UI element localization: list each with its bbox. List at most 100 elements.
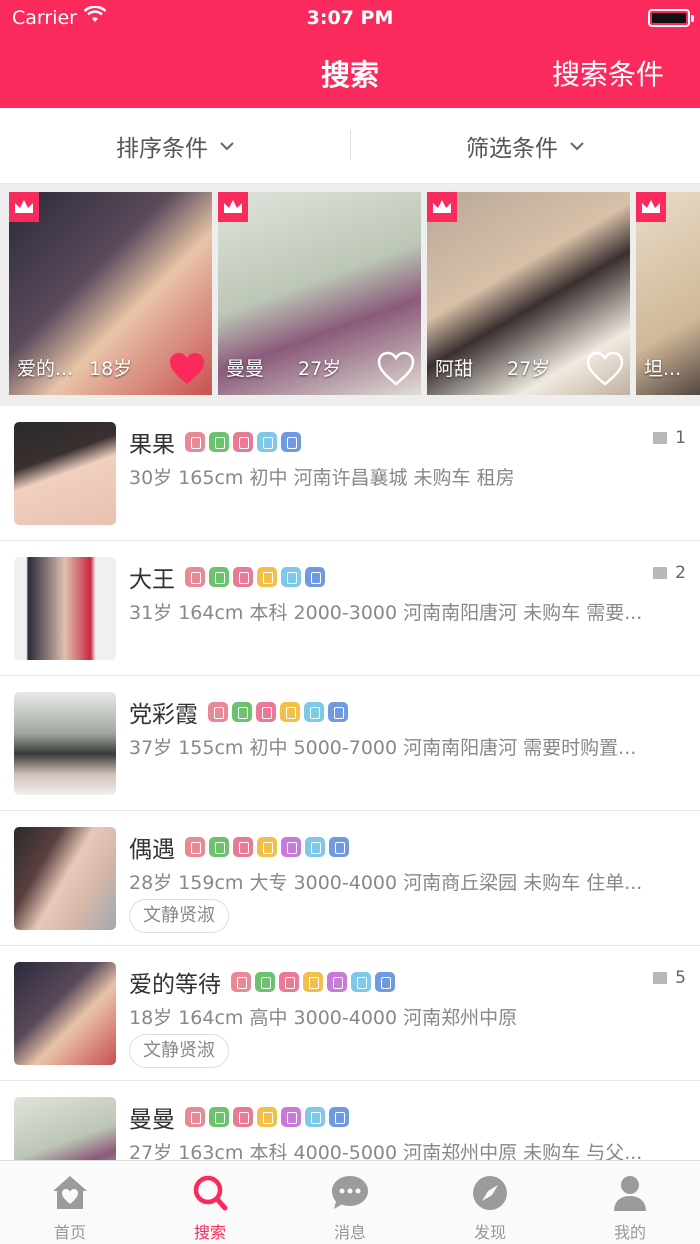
filter-label: 筛选条件 <box>466 136 558 162</box>
chevron-down-icon <box>570 142 584 151</box>
id-card-badge-icon <box>329 1107 349 1127</box>
user-name: 党彩霞 <box>129 702 198 728</box>
tab-bar: 首页 搜索 消息 发现 我的 <box>0 1160 700 1244</box>
education-badge-icon <box>255 972 275 992</box>
chat-badge-icon <box>351 972 371 992</box>
user-name: 大王 <box>129 567 175 593</box>
id-card-badge-icon <box>305 567 325 587</box>
chevron-down-icon <box>220 142 234 151</box>
list-item[interactable]: 党彩霞 37岁 155cm 初中 5000-7000 河南南阳唐河 需要时购置.… <box>0 676 700 811</box>
identity-badge-icon <box>233 432 253 452</box>
verification-badges <box>231 972 395 992</box>
list-item[interactable]: 爱的等待 18岁 164cm 高中 3000-4000 河南郑州中原 文静贤淑 … <box>0 946 700 1081</box>
income-badge-icon <box>280 702 300 722</box>
marriage-badge-icon <box>281 1107 301 1127</box>
avatar <box>14 962 116 1065</box>
id-card-badge-icon <box>329 837 349 857</box>
featured-card[interactable]: 曼曼 27岁 <box>218 192 421 395</box>
status-time: 3:07 PM <box>306 7 394 29</box>
education-badge-icon <box>209 837 229 857</box>
featured-card[interactable]: 坦... <box>636 192 700 395</box>
list-item[interactable]: 大王 31岁 164cm 本科 2000-3000 河南南阳唐河 未购车 需要.… <box>0 541 700 676</box>
phone-badge-icon <box>185 1107 205 1127</box>
nav-header: Carrier 3:07 PM 搜索 搜索条件 <box>0 0 700 108</box>
tab-search[interactable]: 搜索 <box>140 1161 280 1244</box>
identity-badge-icon <box>279 972 299 992</box>
status-bar: Carrier 3:07 PM <box>0 0 700 36</box>
education-badge-icon <box>209 1107 229 1127</box>
avatar <box>14 1097 116 1162</box>
user-name: 爱的等待 <box>129 972 221 998</box>
avatar <box>14 557 116 660</box>
featured-card[interactable]: 爱的... 18岁 <box>9 192 212 395</box>
image-icon <box>653 432 668 444</box>
heart-filled-icon[interactable] <box>168 351 206 387</box>
user-info: 18岁 164cm 高中 3000-4000 河南郑州中原 <box>129 1007 518 1029</box>
income-badge-icon <box>257 567 277 587</box>
featured-age: 27岁 <box>507 358 551 380</box>
verification-badges <box>185 837 349 857</box>
photo-count: 2 <box>653 563 686 583</box>
chat-badge-icon <box>305 837 325 857</box>
search-conditions-button[interactable]: 搜索条件 <box>552 53 664 93</box>
crown-icon <box>636 192 666 222</box>
marriage-badge-icon <box>327 972 347 992</box>
user-info: 31岁 164cm 本科 2000-3000 河南南阳唐河 未购车 需要... <box>129 602 643 624</box>
heart-outline-icon[interactable] <box>586 351 624 387</box>
identity-badge-icon <box>233 837 253 857</box>
tab-profile[interactable]: 我的 <box>560 1161 700 1244</box>
id-card-badge-icon <box>328 702 348 722</box>
user-info: 30岁 165cm 初中 河南许昌襄城 未购车 租房 <box>129 467 515 489</box>
phone-badge-icon <box>185 837 205 857</box>
user-name: 偶遇 <box>129 837 175 863</box>
battery-icon <box>648 9 694 27</box>
list-item[interactable]: 曼曼 27岁 163cm 本科 4000-5000 河南郑州中原 未购车 与父.… <box>0 1081 700 1162</box>
verification-badges <box>185 432 301 452</box>
list-item[interactable]: 偶遇 28岁 159cm 大专 3000-4000 河南商丘梁园 未购车 住单.… <box>0 811 700 946</box>
photo-count: 1 <box>653 428 686 448</box>
crown-icon <box>9 192 39 222</box>
list-item[interactable]: 果果 30岁 165cm 初中 河南许昌襄城 未购车 租房 1 <box>0 406 700 541</box>
sort-label: 排序条件 <box>116 136 208 162</box>
chat-bubble-icon <box>332 1176 368 1209</box>
user-list[interactable]: 果果 30岁 165cm 初中 河南许昌襄城 未购车 租房 1 大王 31岁 1… <box>0 406 700 1162</box>
photo-count: 5 <box>653 968 686 988</box>
chat-badge-icon <box>257 432 277 452</box>
featured-name: 阿甜 <box>435 358 474 380</box>
avatar <box>14 827 116 930</box>
sort-dropdown[interactable]: 排序条件 <box>0 108 350 184</box>
chat-badge-icon <box>305 1107 325 1127</box>
compass-icon <box>473 1176 507 1210</box>
phone-badge-icon <box>208 702 228 722</box>
phone-badge-icon <box>231 972 251 992</box>
user-info: 28岁 159cm 大专 3000-4000 河南商丘梁园 未购车 住单... <box>129 872 643 894</box>
featured-name: 曼曼 <box>226 358 265 380</box>
avatar <box>14 692 116 795</box>
featured-card[interactable]: 阿甜 27岁 <box>427 192 630 395</box>
featured-age: 18岁 <box>89 358 133 380</box>
avatar <box>14 422 116 525</box>
filter-dropdown[interactable]: 筛选条件 <box>350 108 700 184</box>
user-info: 37岁 155cm 初中 5000-7000 河南南阳唐河 需要时购置... <box>129 737 637 759</box>
image-icon <box>653 567 668 579</box>
user-info: 27岁 163cm 本科 4000-5000 河南郑州中原 未购车 与父... <box>129 1142 643 1162</box>
id-card-badge-icon <box>375 972 395 992</box>
featured-age: 27岁 <box>298 358 342 380</box>
tab-home[interactable]: 首页 <box>0 1161 140 1244</box>
tab-discover[interactable]: 发现 <box>420 1161 560 1244</box>
crown-icon <box>218 192 248 222</box>
identity-badge-icon <box>233 1107 253 1127</box>
featured-carousel[interactable]: 爱的... 18岁 曼曼 27岁 阿甜 27岁 坦... <box>0 184 700 406</box>
image-icon <box>653 972 668 984</box>
identity-badge-icon <box>233 567 253 587</box>
chat-badge-icon <box>281 567 301 587</box>
marriage-badge-icon <box>281 837 301 857</box>
income-badge-icon <box>257 837 277 857</box>
user-name: 曼曼 <box>129 1107 175 1133</box>
featured-name: 爱的... <box>17 358 74 380</box>
personality-tag: 文静贤淑 <box>129 899 229 933</box>
income-badge-icon <box>303 972 323 992</box>
heart-outline-icon[interactable] <box>377 351 415 387</box>
identity-badge-icon <box>256 702 276 722</box>
tab-messages[interactable]: 消息 <box>280 1161 420 1244</box>
